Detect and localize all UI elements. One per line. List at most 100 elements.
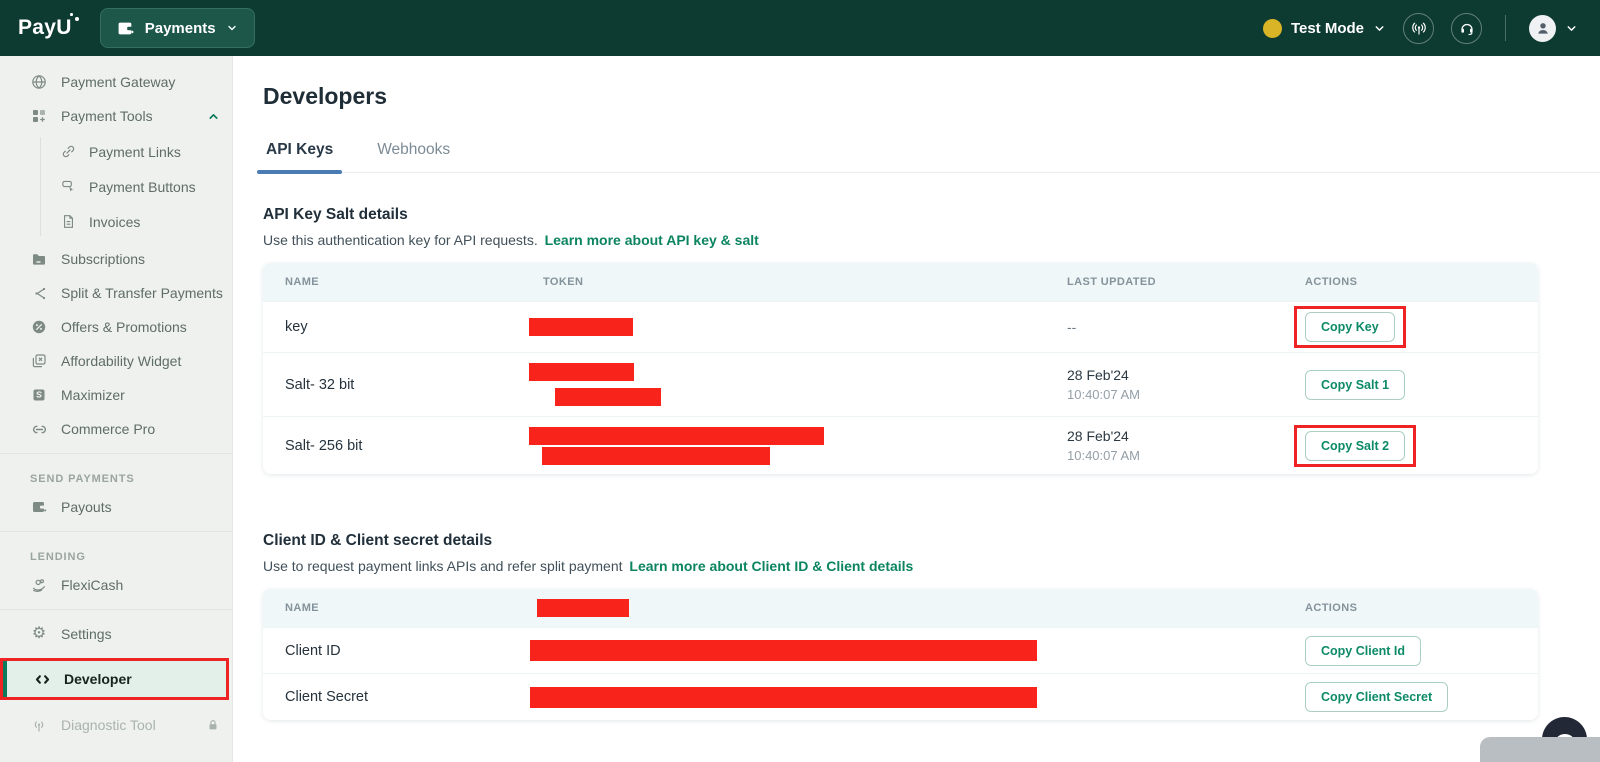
sidebar-item-developer[interactable]: Developer — [3, 661, 226, 697]
client-learn-more-link[interactable]: Learn more about Client ID & Client deta… — [629, 558, 913, 574]
copy-key-annotation-box: Copy Key — [1294, 306, 1406, 348]
sidebar-divider — [0, 453, 232, 454]
token-cell — [529, 363, 1067, 406]
copy-key-button[interactable]: Copy Key — [1305, 312, 1395, 342]
api-section-title: API Key Salt details — [263, 206, 1600, 224]
redaction-bar — [555, 388, 661, 406]
product-switcher-button[interactable]: Payments — [100, 8, 255, 48]
logo-sparkle-dot — [70, 13, 73, 16]
folder-icon — [30, 251, 48, 267]
sidebar-item-diagnostic-tool[interactable]: Diagnostic Tool — [0, 708, 232, 742]
sidebar-item-label: Commerce Pro — [61, 421, 155, 437]
sidebar-item-label: Payment Gateway — [61, 74, 175, 90]
sidebar-item-flexicash[interactable]: FlexiCash — [0, 568, 232, 602]
overlay-panel — [1480, 737, 1600, 762]
lock-icon — [206, 718, 220, 732]
sidebar-item-maximizer[interactable]: Maximizer — [0, 378, 232, 412]
sidebar-item-label: Settings — [61, 626, 112, 642]
value-cell — [530, 687, 1305, 708]
copy-salt-1-button[interactable]: Copy Salt 1 — [1305, 370, 1405, 400]
sidebar-item-payment-links[interactable]: Payment Links — [40, 134, 232, 169]
updated-time: 10:40:07 AM — [1067, 387, 1305, 402]
maximizer-icon — [30, 387, 48, 403]
sidebar-item-payment-gateway[interactable]: Payment Gateway — [0, 65, 232, 99]
tab-api-keys[interactable]: API Keys — [263, 141, 336, 172]
client-table: NAME ACTIONS Client ID Copy Client Id Cl… — [263, 589, 1538, 720]
row-name: Salt- 256 bit — [263, 438, 529, 454]
column-header-name: NAME — [263, 602, 530, 614]
sidebar-item-payouts[interactable]: Payouts — [0, 490, 232, 524]
navbar-divider — [1505, 15, 1506, 41]
client-description-text: Use to request payment links APIs and re… — [263, 558, 623, 574]
chevron-up-icon — [207, 110, 220, 123]
column-header-actions: ACTIONS — [1305, 276, 1538, 288]
grid-icon — [30, 108, 48, 124]
redaction-bar — [529, 318, 633, 336]
widget-icon — [30, 353, 48, 369]
copy-salt-2-button[interactable]: Copy Salt 2 — [1305, 431, 1405, 461]
chevron-down-icon — [1565, 22, 1578, 35]
sidebar-item-offers-promotions[interactable]: Offers & Promotions — [0, 310, 232, 344]
actions-cell: Copy Client Secret — [1305, 682, 1538, 712]
tab-bar: API Keys Webhooks — [263, 141, 1600, 173]
column-header-token: TOKEN — [529, 276, 1067, 288]
antenna-icon — [30, 717, 48, 733]
column-header-actions: ACTIONS — [1305, 602, 1538, 614]
api-learn-more-link[interactable]: Learn more about API key & salt — [545, 232, 759, 248]
actions-cell: Copy Salt 2 — [1305, 425, 1538, 467]
sidebar-divider — [0, 609, 232, 610]
test-mode-label: Test Mode — [1291, 20, 1364, 37]
sidebar-item-affordability-widget[interactable]: Affordability Widget — [0, 344, 232, 378]
table-row-client-secret: Client Secret Copy Client Secret — [263, 673, 1538, 720]
sidebar-item-split-transfer-payments[interactable]: Split & Transfer Payments — [0, 276, 232, 310]
redaction-bar — [529, 363, 634, 381]
chevron-down-icon — [1373, 22, 1386, 35]
announcements-button[interactable] — [1403, 13, 1434, 44]
updated-time: 10:40:07 AM — [1067, 448, 1305, 463]
sidebar-section-lending: LENDING — [0, 539, 232, 568]
sidebar-item-label: Affordability Widget — [61, 353, 181, 369]
tab-webhooks[interactable]: Webhooks — [374, 141, 453, 172]
test-mode-selector[interactable]: Test Mode — [1263, 19, 1386, 38]
column-header-name: NAME — [263, 276, 529, 288]
row-name: Client ID — [263, 643, 530, 659]
broadcast-icon — [1411, 20, 1427, 36]
globe-icon — [30, 74, 48, 90]
redaction-bar — [530, 687, 1037, 708]
sidebar-item-label: Payment Buttons — [89, 179, 196, 195]
top-navbar: PayU Payments Test Mode — [0, 0, 1600, 56]
sidebar-item-payment-buttons[interactable]: Payment Buttons — [40, 169, 232, 204]
copy-client-secret-button[interactable]: Copy Client Secret — [1305, 682, 1448, 712]
column-header-last-updated: LAST UPDATED — [1067, 276, 1305, 288]
sidebar-item-label: Maximizer — [61, 387, 125, 403]
sidebar-item-payment-tools[interactable]: Payment Tools — [0, 99, 232, 133]
percent-badge-icon — [30, 319, 48, 335]
sidebar-item-label: Subscriptions — [61, 251, 145, 267]
payu-dashboard: PayU Payments Test Mode — [0, 0, 1600, 762]
sidebar: Payment Gateway Payment Tools Payment Li… — [0, 56, 233, 762]
redaction-bar — [530, 640, 1037, 661]
split-icon — [30, 286, 48, 301]
avatar — [1529, 15, 1556, 42]
sidebar-item-settings[interactable]: ⚙ Settings — [0, 617, 232, 651]
sidebar-item-subscriptions[interactable]: Subscriptions — [0, 242, 232, 276]
sidebar-item-label: Developer — [64, 671, 132, 687]
wallet-icon — [30, 499, 48, 515]
token-cell — [529, 318, 1067, 336]
sidebar-divider — [0, 531, 232, 532]
api-key-table: NAME TOKEN LAST UPDATED ACTIONS key -- C… — [263, 263, 1538, 474]
client-section-title: Client ID & Client secret details — [263, 532, 1600, 550]
payu-logo[interactable]: PayU — [18, 16, 72, 40]
last-updated-cell: 28 Feb'24 10:40:07 AM — [1067, 367, 1305, 402]
sidebar-item-commerce-pro[interactable]: Commerce Pro — [0, 412, 232, 446]
updated-date: 28 Feb'24 — [1067, 367, 1305, 383]
actions-cell: Copy Key — [1305, 306, 1538, 348]
sidebar-item-invoices[interactable]: Invoices — [40, 204, 232, 239]
product-switcher-label: Payments — [145, 20, 216, 37]
logo-sparkle-dot — [75, 17, 79, 21]
table-row-client-id: Client ID Copy Client Id — [263, 627, 1538, 673]
token-cell — [529, 427, 1067, 465]
account-menu[interactable] — [1529, 15, 1578, 42]
copy-client-id-button[interactable]: Copy Client Id — [1305, 636, 1421, 666]
support-button[interactable] — [1451, 13, 1482, 44]
